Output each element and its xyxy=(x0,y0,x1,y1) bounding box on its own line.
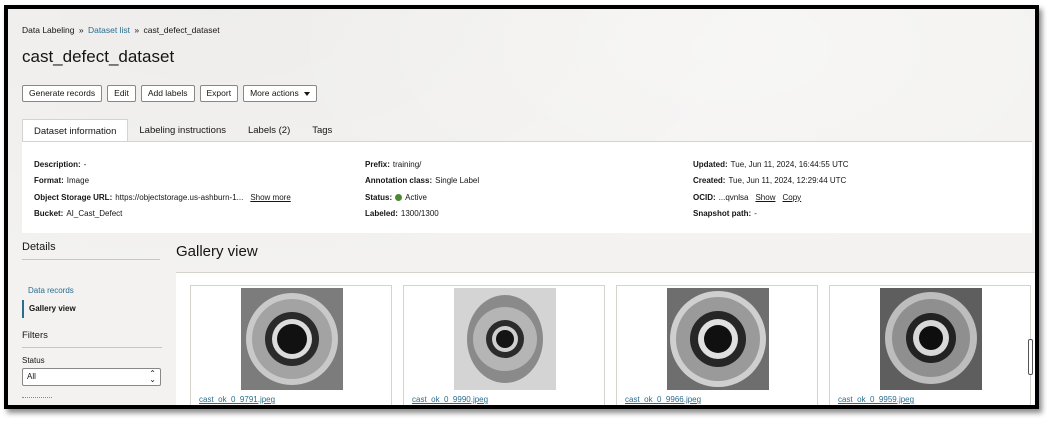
breadcrumb-separator: » xyxy=(78,25,84,35)
gallery-card-filename[interactable]: cast_ok_0_9990.jpeg xyxy=(412,395,488,404)
info-column-2: Prefix: training/ Annotation class: Sing… xyxy=(365,156,479,222)
breadcrumb-current: cast_defect_dataset xyxy=(143,25,220,35)
breadcrumb: Data Labeling » Dataset list » cast_defe… xyxy=(22,25,220,35)
format-value: Image xyxy=(66,176,90,186)
dataset-info-panel: Description: - Format: Image Object Stor… xyxy=(22,141,1032,233)
gallery-grid: cast_ok_0_9791.jpeg cast_ok_0_9990.jpeg xyxy=(176,272,1035,405)
export-button[interactable]: Export xyxy=(199,85,239,102)
updated-label: Updated: xyxy=(693,159,728,169)
casting-thumbnail[interactable] xyxy=(241,288,343,390)
breadcrumb-dataset-list[interactable]: Dataset list xyxy=(88,25,130,35)
ocid-value: ...qvnlsa xyxy=(718,192,749,202)
prefix-value: training/ xyxy=(392,159,422,169)
labeled-label: Labeled: xyxy=(365,209,398,219)
created-label: Created: xyxy=(693,176,726,186)
ocid-copy-link[interactable]: Copy xyxy=(782,193,801,202)
ocid-label: OCID: xyxy=(693,192,716,202)
created-value: Tue, Jun 11, 2024, 12:29:44 UTC xyxy=(728,176,847,186)
page-title: cast_defect_dataset xyxy=(22,47,175,66)
filters-heading: Filters xyxy=(22,330,162,348)
status-filter-label: Status xyxy=(22,356,45,365)
casting-thumbnail[interactable] xyxy=(454,288,556,390)
casting-thumbnail[interactable] xyxy=(667,288,769,390)
object-storage-url-label: Object Storage URL: xyxy=(34,192,113,202)
edit-button[interactable]: Edit xyxy=(107,85,136,102)
snapshot-path-value: - xyxy=(754,209,757,219)
format-label: Format: xyxy=(34,176,64,186)
gallery-card[interactable]: cast_ok_0_9959.jpeg xyxy=(829,285,1031,405)
bucket-row: Bucket: AI_Cast_Defect xyxy=(34,206,291,223)
info-column-3: Updated: Tue, Jun 11, 2024, 16:44:55 UTC… xyxy=(693,156,849,222)
section-divider xyxy=(22,397,52,401)
tab-labeling-instructions[interactable]: Labeling instructions xyxy=(128,119,237,142)
format-row: Format: Image xyxy=(34,173,291,190)
tab-dataset-information[interactable]: Dataset information xyxy=(22,119,129,142)
snapshot-path-row: Snapshot path: - xyxy=(693,206,849,223)
updated-row: Updated: Tue, Jun 11, 2024, 16:44:55 UTC xyxy=(693,156,849,173)
snapshot-path-label: Snapshot path: xyxy=(693,209,752,219)
status-row: Status: Active xyxy=(365,189,479,206)
sidebar-item-data-records[interactable]: Data records xyxy=(22,282,162,300)
ocid-show-link[interactable]: Show xyxy=(755,193,775,202)
bucket-label: Bucket: xyxy=(34,209,64,219)
tab-bar: Dataset information Labeling instruction… xyxy=(22,119,343,142)
breadcrumb-separator: » xyxy=(134,25,140,35)
gallery-card-filename[interactable]: cast_ok_0_9959.jpeg xyxy=(838,395,914,404)
created-row: Created: Tue, Jun 11, 2024, 12:29:44 UTC xyxy=(693,173,849,190)
generate-records-button[interactable]: Generate records xyxy=(22,85,103,102)
status-filter-select[interactable]: All ⌃ ⌄ xyxy=(22,368,161,386)
scrollbar-handle[interactable] xyxy=(1028,339,1033,375)
labeled-value: 1300/1300 xyxy=(400,209,439,219)
prefix-row: Prefix: training/ xyxy=(365,156,479,173)
caret-down-icon xyxy=(303,91,310,96)
tab-tags[interactable]: Tags xyxy=(301,119,343,142)
details-heading: Details xyxy=(22,241,160,260)
status-value: Active xyxy=(405,192,427,202)
tab-labels[interactable]: Labels (2) xyxy=(237,119,301,142)
info-column-1: Description: - Format: Image Object Stor… xyxy=(34,156,291,222)
object-storage-url-value: https://objectstorage.us-ashburn-1... xyxy=(115,192,244,202)
annotation-class-value: Single Label xyxy=(435,176,480,186)
add-labels-button[interactable]: Add labels xyxy=(140,85,195,102)
status-label: Status: xyxy=(365,192,393,202)
gallery-card-filename[interactable]: cast_ok_0_9791.jpeg xyxy=(199,395,275,404)
labeled-row: Labeled: 1300/1300 xyxy=(365,206,479,223)
more-actions-label: More actions xyxy=(250,88,299,98)
select-updown-icon: ⌃ ⌄ xyxy=(149,369,156,384)
sidebar-item-gallery-view[interactable]: Gallery view xyxy=(22,300,162,318)
gallery-card[interactable]: cast_ok_0_9791.jpeg xyxy=(190,285,392,405)
action-toolbar: Generate records Edit Add labels Export … xyxy=(22,85,317,102)
details-sidebar: Details Data records Gallery view Filter… xyxy=(22,241,162,401)
description-row: Description: - xyxy=(34,156,291,173)
show-more-link[interactable]: Show more xyxy=(250,193,290,202)
description-label: Description: xyxy=(34,159,81,169)
status-active-icon xyxy=(395,193,403,201)
prefix-label: Prefix: xyxy=(365,159,390,169)
bucket-value: AI_Cast_Defect xyxy=(66,209,123,219)
status-filter-value: All xyxy=(27,372,36,381)
annotation-class-label: Annotation class: xyxy=(365,176,433,186)
object-storage-url-row: Object Storage URL: https://objectstorag… xyxy=(34,189,291,206)
gallery-title: Gallery view xyxy=(176,243,258,260)
gallery-card[interactable]: cast_ok_0_9990.jpeg xyxy=(403,285,605,405)
updated-value: Tue, Jun 11, 2024, 16:44:55 UTC xyxy=(730,159,849,169)
description-value: - xyxy=(83,159,87,169)
casting-thumbnail[interactable] xyxy=(880,288,982,390)
annotation-class-row: Annotation class: Single Label xyxy=(365,173,479,190)
gallery-card-filename[interactable]: cast_ok_0_9966.jpeg xyxy=(625,395,701,404)
breadcrumb-root: Data Labeling xyxy=(22,25,75,35)
gallery-card[interactable]: cast_ok_0_9966.jpeg xyxy=(616,285,818,405)
app-window: Data Labeling » Dataset list » cast_defe… xyxy=(4,5,1039,409)
ocid-row: OCID: ...qvnlsa Show Copy xyxy=(693,189,849,206)
more-actions-button[interactable]: More actions xyxy=(243,85,317,102)
